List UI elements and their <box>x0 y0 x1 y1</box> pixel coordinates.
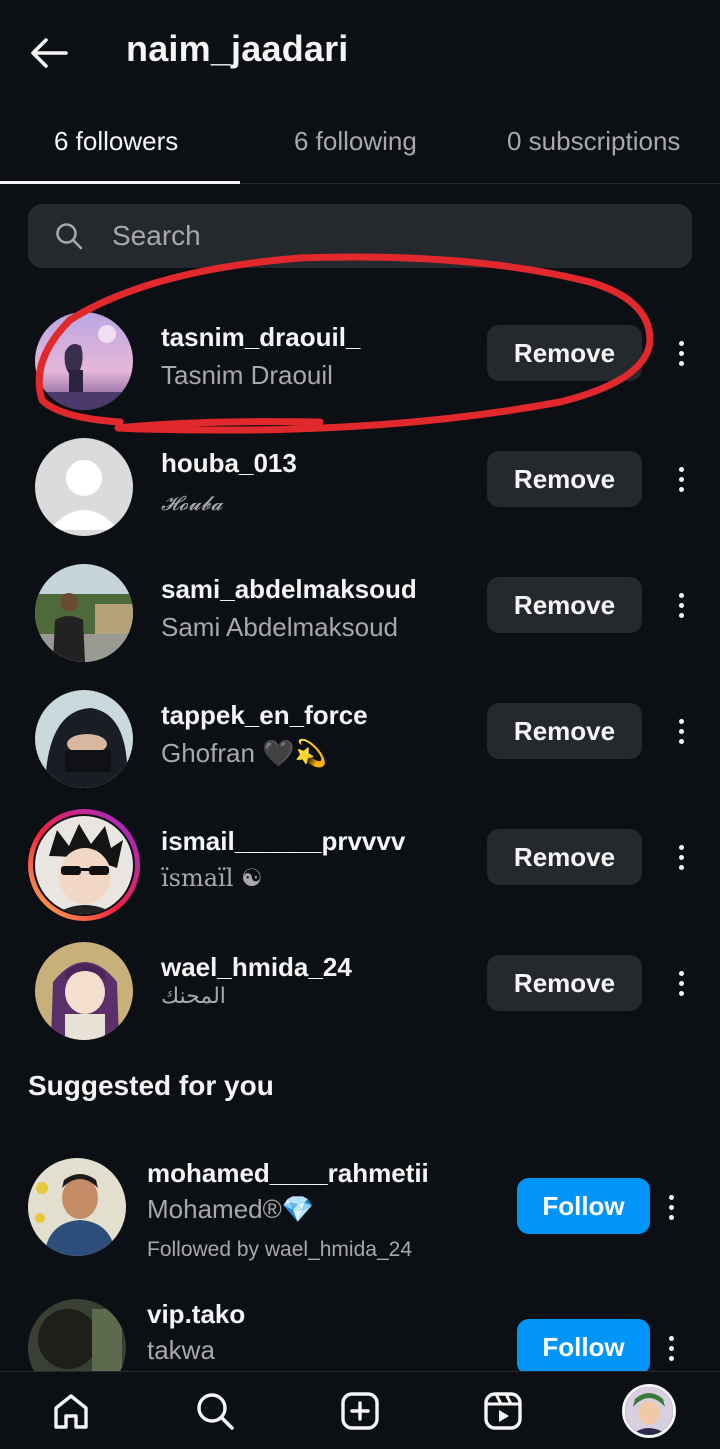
more-options-icon[interactable] <box>664 330 698 376</box>
follower-username[interactable]: houba_013 <box>161 448 297 479</box>
avatar[interactable] <box>35 690 133 788</box>
more-options-icon[interactable] <box>664 456 698 502</box>
follower-fullname: 𝓗𝓸𝓾𝓫𝓪 <box>161 491 223 515</box>
follower-fullname: المحنك <box>161 984 226 1009</box>
active-tab-indicator <box>0 181 240 184</box>
remove-button[interactable]: Remove <box>487 829 642 885</box>
avatar[interactable] <box>35 312 133 410</box>
follower-username[interactable]: sami_abdelmaksoud <box>161 574 417 605</box>
suggested-row[interactable]: mohamed____rahmetii Mohamed®💎 Followed b… <box>0 1158 720 1298</box>
tab-followers[interactable]: 6 followers <box>54 126 178 157</box>
more-options-icon[interactable] <box>654 1184 688 1230</box>
search-input[interactable] <box>112 204 672 268</box>
suggested-username[interactable]: vip.tako <box>147 1299 245 1330</box>
follower-username[interactable]: tappek_en_force <box>161 700 368 731</box>
follower-row[interactable]: sami_abdelmaksoud Sami Abdelmaksoud Remo… <box>0 542 720 668</box>
section-title-suggested: Suggested for you <box>28 1070 274 1101</box>
avatar[interactable] <box>35 816 133 914</box>
tab-bar: 6 followers 6 following 0 subscriptions <box>0 110 720 184</box>
follower-row[interactable]: tasnim_draouil_ Tasnim Draouil Remove <box>0 290 720 416</box>
story-ring[interactable] <box>28 809 140 921</box>
more-options-icon[interactable] <box>664 960 698 1006</box>
suggested-fullname: takwa <box>147 1335 215 1365</box>
follower-username[interactable]: ismail______prvvvv <box>161 826 405 857</box>
avatar[interactable] <box>28 1158 126 1256</box>
follower-username[interactable]: tasnim_draouil_ <box>161 322 360 353</box>
bottom-nav <box>0 1371 720 1449</box>
remove-button[interactable]: Remove <box>487 325 642 381</box>
profile-avatar[interactable] <box>622 1384 676 1438</box>
follower-fullname: Tasnim Draouil <box>161 360 333 390</box>
follower-fullname: ïsmaïl ☯ <box>161 864 263 892</box>
follower-username[interactable]: wael_hmida_24 <box>161 952 352 983</box>
search-bar[interactable] <box>28 204 692 268</box>
follow-button[interactable]: Follow <box>517 1319 650 1375</box>
suggested-fullname: Mohamed®💎 <box>147 1194 315 1224</box>
arrow-left-icon[interactable] <box>26 30 72 76</box>
remove-button[interactable]: Remove <box>487 577 642 633</box>
follower-row[interactable]: houba_013 𝓗𝓸𝓾𝓫𝓪 Remove <box>0 416 720 542</box>
suggested-username[interactable]: mohamed____rahmetii <box>147 1158 429 1189</box>
remove-button[interactable]: Remove <box>487 451 642 507</box>
search-icon <box>56 223 83 250</box>
avatar[interactable] <box>35 438 133 536</box>
follower-row[interactable]: tappek_en_force Ghofran 🖤💫 Remove <box>0 668 720 794</box>
tab-following[interactable]: 6 following <box>294 126 417 157</box>
more-options-icon[interactable] <box>664 834 698 880</box>
create-icon[interactable] <box>335 1386 385 1436</box>
home-icon[interactable] <box>46 1386 96 1436</box>
search-icon[interactable] <box>190 1386 240 1436</box>
reels-icon[interactable] <box>478 1386 528 1436</box>
follower-fullname: Sami Abdelmaksoud <box>161 612 399 642</box>
more-options-icon[interactable] <box>664 708 698 754</box>
avatar[interactable] <box>35 564 133 662</box>
mutual-followers: Followed by wael_hmida_24 <box>147 1238 412 1261</box>
avatar[interactable] <box>35 942 133 1040</box>
more-options-icon[interactable] <box>664 582 698 628</box>
remove-button[interactable]: Remove <box>487 955 642 1011</box>
header: naim_jaadari <box>0 0 720 100</box>
more-options-icon[interactable] <box>654 1325 688 1371</box>
tab-subscriptions[interactable]: 0 subscriptions <box>507 126 680 157</box>
page-title: naim_jaadari <box>126 28 349 69</box>
remove-button[interactable]: Remove <box>487 703 642 759</box>
follow-button[interactable]: Follow <box>517 1178 650 1234</box>
follower-row[interactable]: wael_hmida_24 المحنك Remove <box>0 920 720 1046</box>
follower-row[interactable]: ismail______prvvvv ïsmaïl ☯ Remove <box>0 794 720 921</box>
follower-fullname: Ghofran 🖤💫 <box>161 738 327 768</box>
